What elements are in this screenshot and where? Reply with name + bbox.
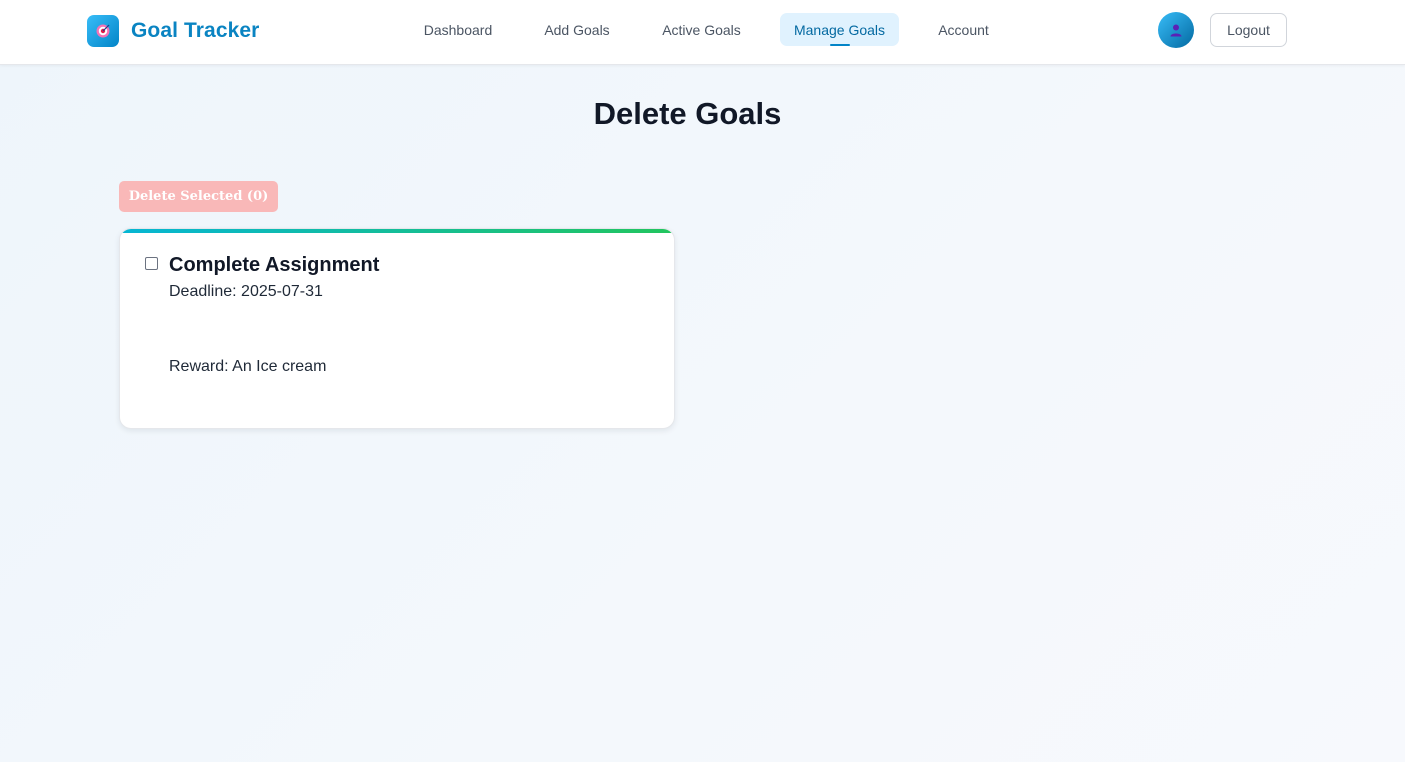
nav-link-dashboard[interactable]: Dashboard — [410, 13, 506, 46]
goal-select-checkbox[interactable] — [145, 257, 158, 270]
goal-title: Complete Assignment — [169, 254, 380, 276]
goal-card: Complete Assignment Deadline: 2025-07-31… — [119, 228, 675, 429]
nav-link-manage-goals[interactable]: Manage Goals — [780, 13, 899, 46]
goal-reward: Reward: An Ice cream — [169, 358, 327, 375]
delete-selected-button[interactable]: Delete Selected (0) — [119, 181, 278, 212]
goal-card-accent-bar — [120, 229, 674, 233]
page-title: Delete Goals — [593, 96, 782, 131]
nav-link-account[interactable]: Account — [924, 13, 1003, 46]
nav-link-add-goals[interactable]: Add Goals — [531, 13, 623, 46]
user-avatar[interactable] — [1158, 12, 1194, 48]
top-navbar: Goal Tracker Dashboard Add Goals Active … — [0, 0, 1405, 65]
nav-link-active-goals[interactable]: Active Goals — [648, 13, 755, 46]
nav-links: Dashboard Add Goals Active Goals Manage … — [0, 0, 1405, 65]
logout-button[interactable]: Logout — [1210, 13, 1287, 47]
goal-deadline: Deadline: 2025-07-31 — [169, 283, 323, 300]
user-icon — [1170, 24, 1182, 37]
